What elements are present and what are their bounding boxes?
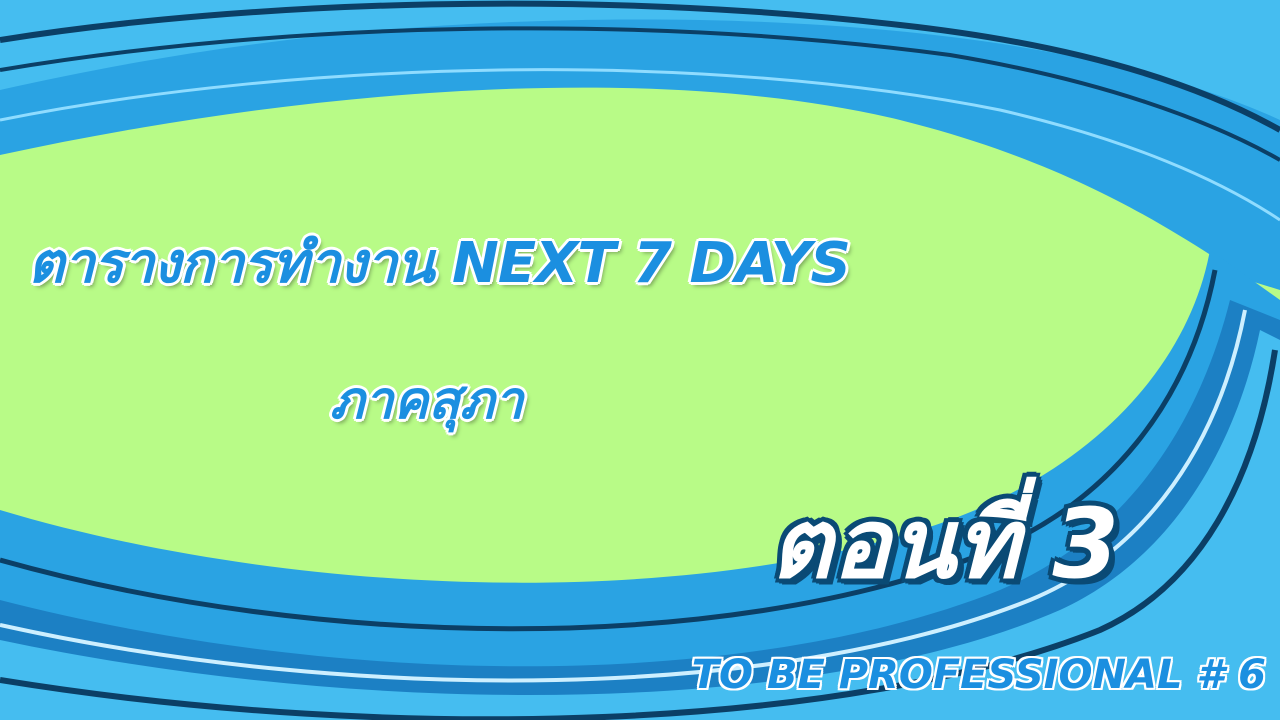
episode-label: ตอนที่ 3 [770,488,1120,600]
series-label: TO BE PROFESSIONAL # 6 [691,652,1266,698]
subtitle-name: ภาคสุภา [330,371,524,431]
schedule-title: ตารางการทำงาน NEXT 7 DAYS [28,231,851,296]
thumbnail-canvas: ตารางการทำงาน NEXT 7 DAYS ภาคสุภา ตอนที่… [0,0,1280,720]
